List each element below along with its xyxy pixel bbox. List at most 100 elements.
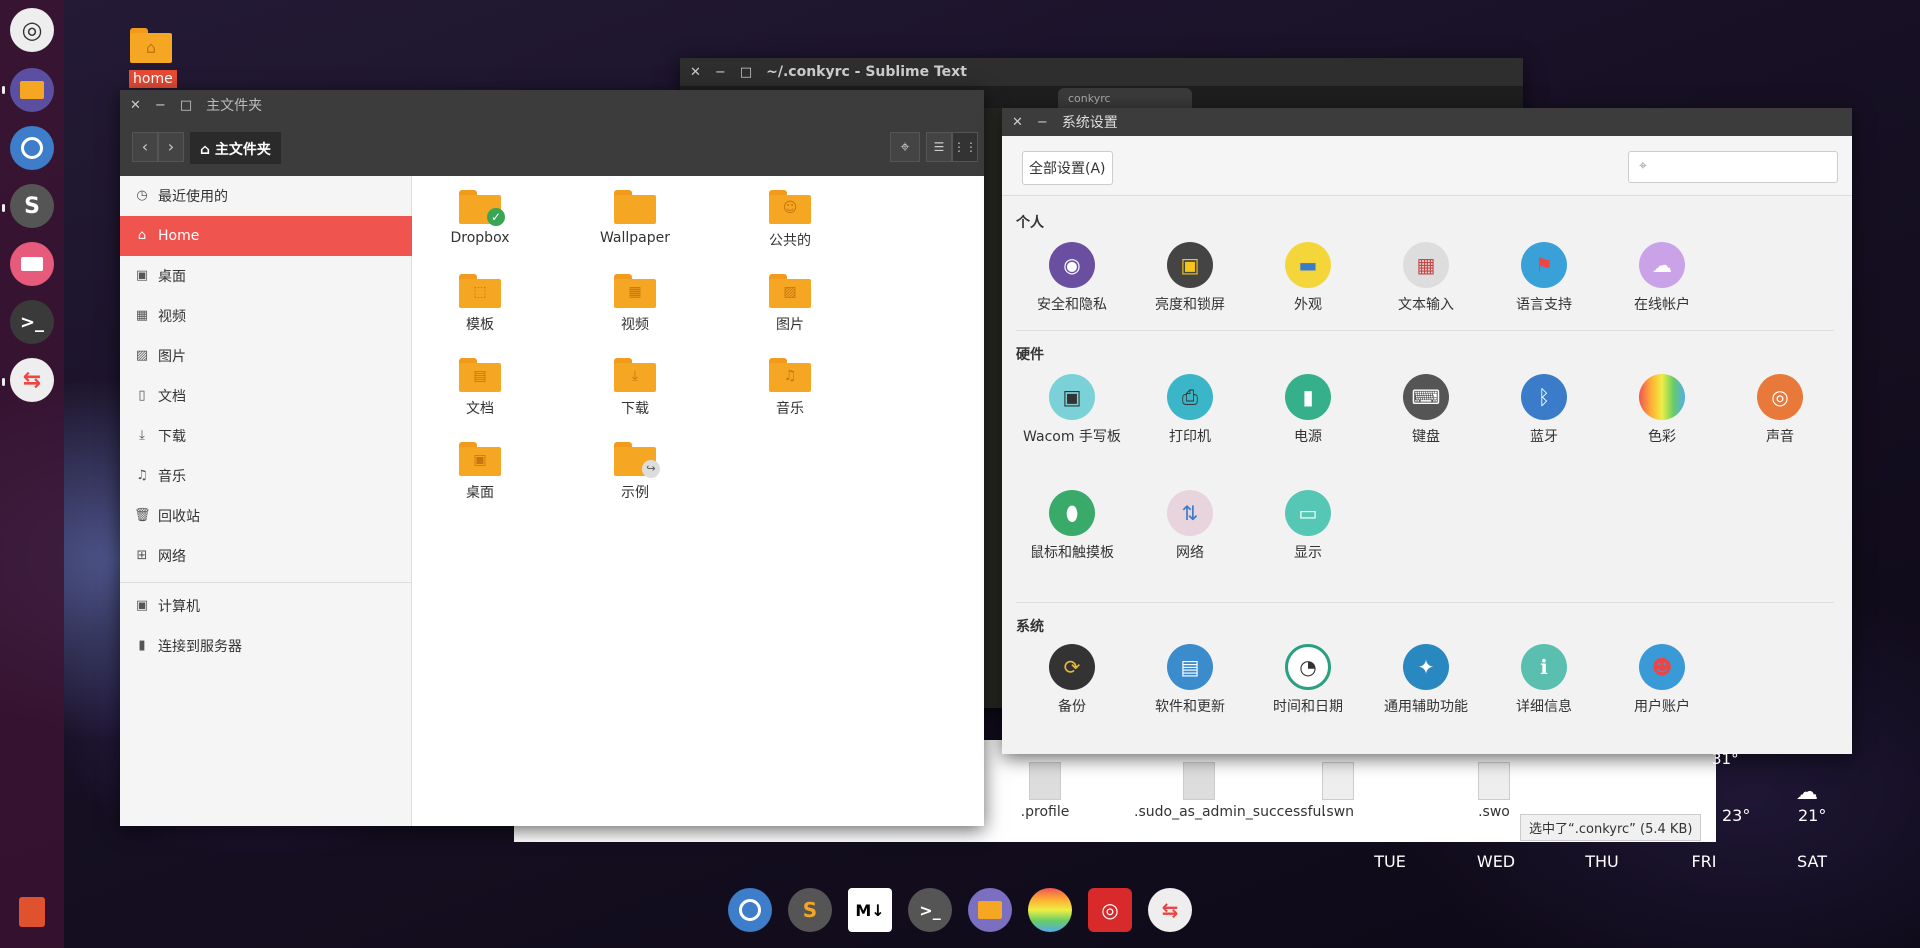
setting-brightness[interactable]: ▣ 亮度和锁屏 bbox=[1135, 242, 1245, 314]
folder-public[interactable]: ☺ 公共的 bbox=[720, 190, 860, 250]
close-icon[interactable]: ✕ bbox=[690, 65, 701, 80]
sidebar-item-desktop[interactable]: ▣ 桌面 bbox=[120, 256, 412, 296]
folder-pictures[interactable]: ▨ 图片 bbox=[720, 274, 860, 334]
terminal-dock-icon[interactable]: >_ bbox=[908, 888, 952, 932]
files-dock-icon[interactable] bbox=[968, 888, 1012, 932]
setting-backup[interactable]: ⟳ 备份 bbox=[1017, 644, 1127, 716]
sidebar-item-videos[interactable]: ▦ 视频 bbox=[120, 296, 412, 336]
folder-dropbox[interactable]: ✓ Dropbox bbox=[410, 190, 550, 246]
setting-network[interactable]: ⇅ 网络 bbox=[1135, 490, 1245, 562]
divider bbox=[1016, 602, 1834, 603]
file-profile[interactable]: .profile bbox=[990, 762, 1100, 820]
sidebar-item-network[interactable]: ⊞ 网络 bbox=[120, 536, 412, 576]
setting-accessibility[interactable]: ✦ 通用辅助功能 bbox=[1371, 644, 1481, 716]
maximize-icon[interactable]: □ bbox=[180, 98, 192, 113]
netease-music-dock-icon[interactable]: ◎ bbox=[1088, 888, 1132, 932]
sidebar-item-connect[interactable]: ▮ 连接到服务器 bbox=[120, 626, 412, 666]
file-grid: ✓ Dropbox Wallpaper ☺ 公共的 ⬚ 模板 ▦ 视频 ▨ 图片 ▤ 文档 … bbox=[412, 176, 984, 826]
files-launcher-icon[interactable] bbox=[10, 68, 54, 112]
setting-text-input[interactable]: ▦ 文本输入 bbox=[1371, 242, 1481, 314]
toggle-dock-icon[interactable]: ⇆ bbox=[1148, 888, 1192, 932]
ubuntu-logo-icon[interactable]: ◎ bbox=[10, 8, 54, 52]
sublime-dock-icon[interactable]: S bbox=[788, 888, 832, 932]
setting-bluetooth[interactable]: ᛒ 蓝牙 bbox=[1489, 374, 1599, 446]
folder-downloads[interactable]: ⤓ 下载 bbox=[565, 358, 705, 418]
setting-security[interactable]: ◉ 安全和隐私 bbox=[1017, 242, 1127, 314]
folder-music[interactable]: ♫ 音乐 bbox=[720, 358, 860, 418]
setting-keyboard[interactable]: ⌨ 键盘 bbox=[1371, 374, 1481, 446]
sidebar-item-trash[interactable]: 🗑 回收站 bbox=[120, 496, 412, 536]
music-icon: ♫ bbox=[783, 368, 797, 384]
sidebar-item-computer[interactable]: ▣ 计算机 bbox=[120, 586, 412, 626]
section-personal: 个人 bbox=[1016, 215, 1044, 231]
setting-display[interactable]: ▭ 显示 bbox=[1253, 490, 1363, 562]
setting-datetime[interactable]: ◔ 时间和日期 bbox=[1253, 644, 1363, 716]
folder-examples[interactable]: ↪ 示例 bbox=[565, 442, 705, 502]
cloud-icon: ☁ bbox=[1796, 780, 1818, 805]
sidebar-divider bbox=[120, 582, 412, 583]
list-view-icon[interactable]: ☰ bbox=[926, 132, 952, 162]
color-dock-icon[interactable] bbox=[1028, 888, 1072, 932]
toggle-launcher-icon[interactable]: ⇆ bbox=[10, 358, 54, 402]
search-icon: ⌖ bbox=[1639, 158, 1647, 174]
film-icon: ▦ bbox=[628, 284, 642, 300]
weather-day-thu: THU bbox=[1585, 852, 1619, 871]
file-sudo[interactable]: .sudo_as_admin_successful bbox=[1134, 762, 1325, 820]
folder-documents[interactable]: ▤ 文档 bbox=[410, 358, 550, 418]
setting-color[interactable]: 色彩 bbox=[1607, 374, 1717, 446]
minimize-icon[interactable]: − bbox=[1037, 115, 1048, 130]
setting-wacom[interactable]: ▣ Wacom 手写板 bbox=[1017, 374, 1127, 446]
sidebar-item-home[interactable]: ⌂ Home bbox=[120, 216, 412, 256]
grid-view-icon[interactable]: ⋮⋮ bbox=[952, 132, 978, 162]
weather-day-wed: WED bbox=[1476, 852, 1516, 871]
folder-desktop[interactable]: ▣ 桌面 bbox=[410, 442, 550, 502]
folder-videos[interactable]: ▦ 视频 bbox=[565, 274, 705, 334]
desktop-home-icon[interactable]: ⌂ bbox=[130, 28, 174, 64]
check-icon: ✓ bbox=[487, 208, 505, 226]
desktop-home-label[interactable]: home bbox=[129, 70, 177, 88]
terminal-launcher-icon[interactable]: >_ bbox=[10, 300, 54, 344]
setting-language[interactable]: ⚑ 语言支持 bbox=[1489, 242, 1599, 314]
clock-icon: ◷ bbox=[136, 188, 148, 203]
setting-appearance[interactable]: ▬ 外观 bbox=[1253, 242, 1363, 314]
sidebar-item-music[interactable]: ♫ 音乐 bbox=[120, 456, 412, 496]
setting-details[interactable]: ℹ 详细信息 bbox=[1489, 644, 1599, 716]
close-icon[interactable]: ✕ bbox=[1012, 115, 1023, 130]
setting-printer[interactable]: ⎙ 打印机 bbox=[1135, 374, 1245, 446]
close-icon[interactable]: ✕ bbox=[130, 98, 141, 113]
minimize-icon[interactable]: − bbox=[715, 65, 726, 80]
setting-software-updates[interactable]: ▤ 软件和更新 bbox=[1135, 644, 1245, 716]
sidebar-item-documents[interactable]: ▯ 文档 bbox=[120, 376, 412, 416]
maximize-icon[interactable]: □ bbox=[740, 65, 752, 80]
setting-mouse[interactable]: ⬮ 鼠标和触摸板 bbox=[1017, 490, 1127, 562]
sidebar-item-recent[interactable]: ◷ 最近使用的 bbox=[120, 176, 412, 216]
setting-sound[interactable]: ◎ 声音 bbox=[1725, 374, 1835, 446]
folder-templates[interactable]: ⬚ 模板 bbox=[410, 274, 550, 334]
all-settings-button[interactable]: 全部设置(A) bbox=[1022, 151, 1113, 185]
sublime-title: ~/.conkyrc - Sublime Text bbox=[766, 64, 967, 80]
nautilus-title: 主文件夹 bbox=[206, 98, 263, 114]
search-input[interactable]: ⌖ bbox=[1628, 151, 1838, 183]
minimize-icon[interactable]: − bbox=[155, 98, 166, 113]
markdown-dock-icon[interactable]: M↓ bbox=[848, 888, 892, 932]
trash-icon[interactable] bbox=[10, 890, 54, 934]
sidebar-item-pictures[interactable]: ▨ 图片 bbox=[120, 336, 412, 376]
tweak-launcher-icon[interactable] bbox=[10, 242, 54, 286]
chromium-launcher-icon[interactable] bbox=[10, 126, 54, 170]
file-swn[interactable]: .swn bbox=[1298, 762, 1378, 820]
forward-button[interactable]: › bbox=[158, 132, 184, 162]
back-button[interactable]: ‹ bbox=[132, 132, 158, 162]
tab-conkyrc[interactable]: conkyrc bbox=[1058, 88, 1192, 108]
setting-power[interactable]: ▮ 电源 bbox=[1253, 374, 1363, 446]
location-icon[interactable]: ⌖ bbox=[890, 132, 920, 162]
sidebar-item-downloads[interactable]: ⤓ 下载 bbox=[120, 416, 412, 456]
file-swo[interactable]: .swo bbox=[1454, 762, 1534, 820]
server-icon: ▮ bbox=[138, 638, 146, 653]
setting-user-accounts[interactable]: ☻ 用户账户 bbox=[1607, 644, 1717, 716]
chromium-dock-icon[interactable] bbox=[728, 888, 772, 932]
sublime-launcher-icon[interactable]: S bbox=[10, 184, 54, 228]
image-icon: ▨ bbox=[135, 348, 149, 363]
setting-online-accounts[interactable]: ☁ 在线帐户 bbox=[1607, 242, 1717, 314]
path-button[interactable]: ⌂ 主文件夹 bbox=[190, 132, 281, 164]
folder-wallpaper[interactable]: Wallpaper bbox=[565, 190, 705, 246]
